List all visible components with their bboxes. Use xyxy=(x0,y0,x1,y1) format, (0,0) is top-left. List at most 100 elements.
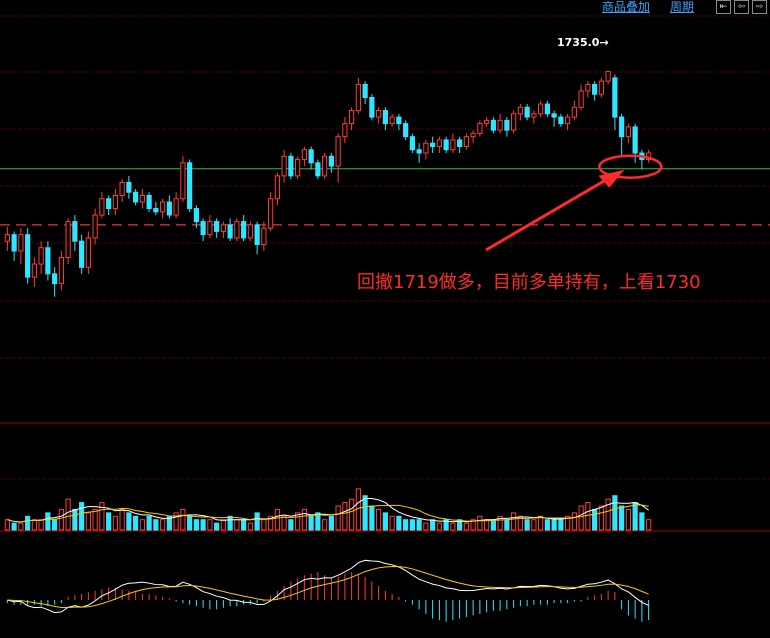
volume-bar xyxy=(247,522,253,531)
candle-body xyxy=(31,263,37,278)
candle-body xyxy=(403,123,409,138)
candle-body xyxy=(153,208,159,213)
volume-bar xyxy=(227,515,233,531)
volume-bar xyxy=(328,515,334,531)
volume-bar xyxy=(11,522,17,531)
volume-bar xyxy=(85,512,91,531)
volume-bar xyxy=(646,519,652,531)
candle-body xyxy=(551,113,557,118)
period-link[interactable]: 周期 xyxy=(670,0,694,15)
candle-body xyxy=(308,149,314,164)
candle-body xyxy=(227,224,233,239)
nav-next-button[interactable]: ⇨ xyxy=(752,0,767,14)
volume-bar xyxy=(133,515,139,531)
volume-bar xyxy=(342,502,348,531)
candle-body xyxy=(409,136,415,151)
volume-bar xyxy=(52,519,58,531)
candle-body xyxy=(65,221,71,259)
volume-bar xyxy=(396,515,402,531)
candle-body xyxy=(592,83,598,95)
kline-chart xyxy=(0,15,770,622)
candle-body xyxy=(79,240,85,268)
volume-bar xyxy=(612,495,618,531)
volume-bar xyxy=(585,502,591,531)
volume-bar xyxy=(598,505,604,531)
volume-bar xyxy=(187,515,193,531)
candle-body xyxy=(106,198,112,210)
volume-bar xyxy=(220,519,226,531)
volume-bar xyxy=(308,515,314,531)
volume-bar xyxy=(538,515,544,531)
volume-bar xyxy=(126,512,132,531)
volume-bar xyxy=(274,508,280,531)
candle-body xyxy=(578,90,584,108)
volume-bar xyxy=(369,505,375,531)
candle-body xyxy=(477,123,483,134)
nav-prev-button[interactable]: ⇦ xyxy=(734,0,749,14)
volume-bar xyxy=(207,519,213,531)
annotation-arrow-shaft xyxy=(485,171,620,252)
volume-bar xyxy=(193,519,199,531)
volume-bar xyxy=(578,505,584,531)
volume-bar xyxy=(463,522,469,531)
candle-body xyxy=(565,116,571,125)
candle-body xyxy=(200,221,206,236)
candle-body xyxy=(160,201,166,213)
volume-bar xyxy=(423,522,429,531)
volume-bar xyxy=(25,515,31,531)
candle-body xyxy=(187,162,193,210)
candle-body xyxy=(416,149,422,154)
candle-body xyxy=(504,119,510,131)
volume-bar xyxy=(234,519,240,531)
volume-bar xyxy=(99,502,105,531)
candle-body xyxy=(362,83,368,98)
candle-body xyxy=(524,106,530,118)
candle-body xyxy=(342,123,348,138)
candle-body xyxy=(423,142,429,154)
candle-body xyxy=(247,224,253,239)
candle-body xyxy=(531,113,537,118)
volume-bar xyxy=(632,502,638,531)
candle-body xyxy=(173,198,179,216)
volume-bar xyxy=(389,515,395,531)
candle-body xyxy=(112,194,118,210)
volume-bar xyxy=(416,519,422,531)
candle-body xyxy=(585,83,591,92)
volume-bar xyxy=(65,498,71,531)
candle-body xyxy=(133,191,139,203)
candle-body xyxy=(396,116,402,125)
candle-body xyxy=(315,162,321,177)
candle-body xyxy=(288,155,294,177)
volume-bar xyxy=(382,512,388,531)
overlay-commodity-link[interactable]: 商品叠加 xyxy=(602,0,650,15)
volume-bar xyxy=(409,519,415,531)
candle-body xyxy=(220,224,226,232)
candle-body xyxy=(619,116,625,138)
volume-bar xyxy=(139,519,145,531)
candle-body xyxy=(214,221,220,232)
volume-bar xyxy=(511,512,517,531)
candle-body xyxy=(355,83,361,112)
volume-bar xyxy=(625,508,631,531)
candle-body xyxy=(450,139,456,151)
volume-bar xyxy=(619,505,625,531)
candle-body xyxy=(349,110,355,125)
candle-body xyxy=(193,208,199,223)
volume-bar xyxy=(31,519,37,531)
candle-body xyxy=(274,175,280,200)
candle-body xyxy=(382,110,388,125)
volume-bar xyxy=(376,508,382,531)
volume-bar xyxy=(18,522,24,531)
volume-bar xyxy=(200,519,206,531)
candle-body xyxy=(457,139,463,147)
volume-bar xyxy=(490,519,496,531)
volume-bar xyxy=(551,519,557,531)
nav-first-button[interactable]: ⇤ xyxy=(716,0,731,14)
candle-body xyxy=(544,103,550,115)
candle-body xyxy=(598,80,604,95)
candle-body xyxy=(605,70,611,82)
candle-body xyxy=(234,221,240,239)
volume-bar xyxy=(254,512,260,531)
candle-body xyxy=(92,214,98,239)
volume-bar xyxy=(544,519,550,531)
